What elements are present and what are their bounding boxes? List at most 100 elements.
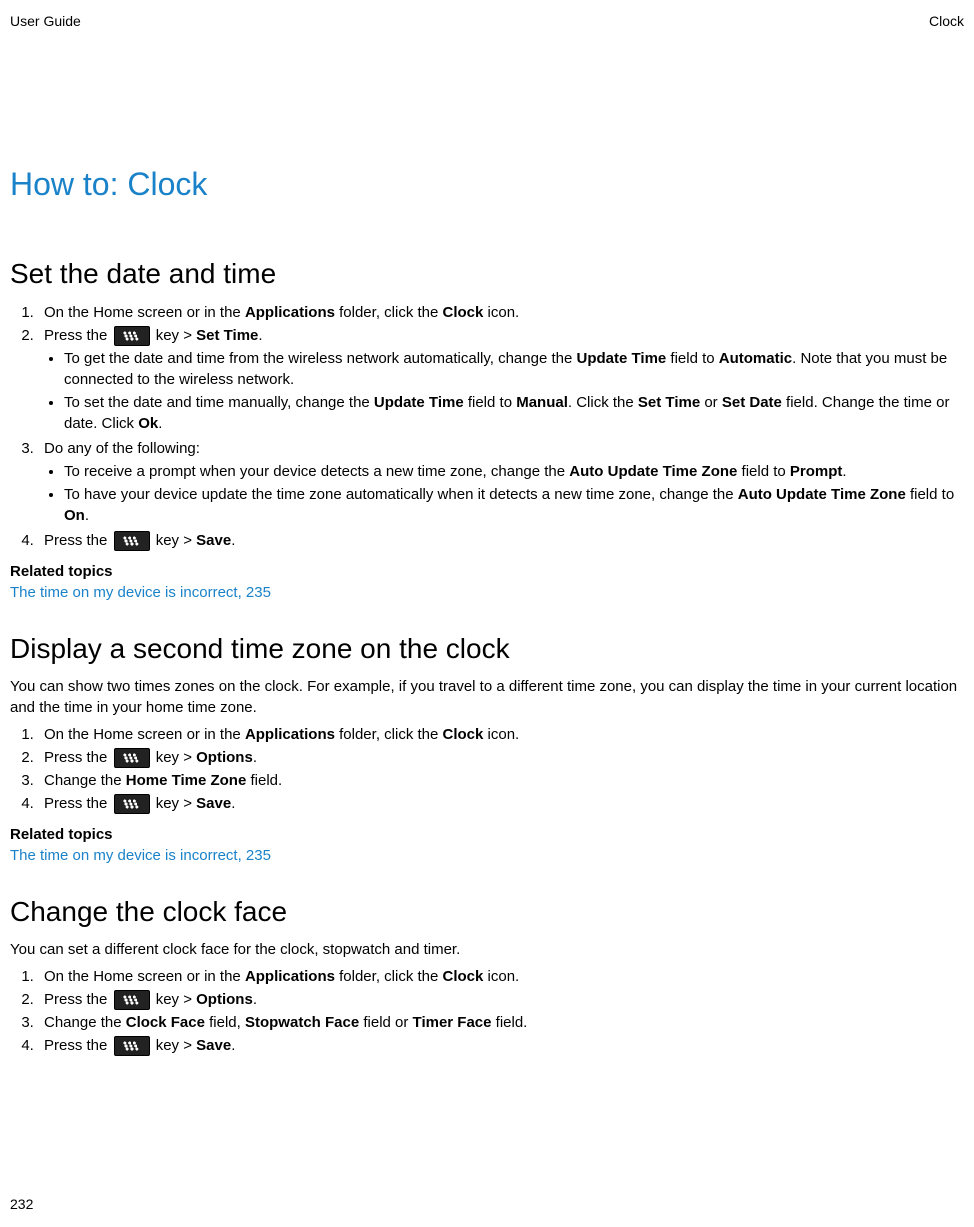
text: key > [152,749,197,766]
text-bold: Update Time [374,394,464,411]
list-item: Press the key > Save. [38,530,964,551]
text: field to [737,463,790,480]
header-right: Clock [929,12,964,32]
menu-key-icon [114,990,150,1010]
related-topics-heading: Related topics [10,561,964,582]
header-left: User Guide [10,12,81,32]
page-title: How to: Clock [10,162,964,207]
text-bold: Applications [245,726,335,743]
text: On the Home screen or in the [44,968,245,985]
text: . [253,991,257,1008]
related-topics-heading: Related topics [10,824,964,845]
text-bold: Auto Update Time Zone [569,463,737,480]
text: . [842,463,846,480]
text: On the Home screen or in the [44,304,245,321]
list-item: Change the Clock Face field, Stopwatch F… [38,1012,964,1033]
text: key > [152,1037,197,1054]
list-item: On the Home screen or in the Application… [38,724,964,745]
text: field to [464,394,517,411]
text: . [85,507,89,524]
text: key > [152,532,197,549]
text-bold: Prompt [790,463,843,480]
text-bold: Home Time Zone [126,772,247,789]
text-bold: Save [196,1037,231,1054]
text: icon. [483,968,519,985]
text-bold: Clock [443,968,484,985]
text-bold: Set Time [638,394,700,411]
text-bold: Stopwatch Face [245,1014,359,1031]
page-number: 232 [10,1195,33,1215]
menu-key-icon [114,794,150,814]
list-item: To set the date and time manually, chang… [64,392,964,434]
list-item: Press the key > Options. [38,747,964,768]
text: field, [205,1014,245,1031]
text-bold: Clock [443,304,484,321]
list-item: Press the key > Save. [38,1035,964,1056]
text: Press the [44,1037,112,1054]
text: . [231,795,235,812]
page-header: User Guide Clock [10,12,964,32]
list-item: Change the Home Time Zone field. [38,770,964,791]
text-bold: Save [196,795,231,812]
menu-key-icon [114,748,150,768]
text: field. [246,772,282,789]
text: Press the [44,795,112,812]
list-item: Do any of the following: To receive a pr… [38,438,964,526]
section-clock-face-title: Change the clock face [10,892,964,931]
list-item: Press the key > Options. [38,989,964,1010]
section-second-tz-intro: You can show two times zones on the cloc… [10,676,964,718]
text: Change the [44,772,126,789]
text: field or [359,1014,412,1031]
list-item: To have your device update the time zone… [64,484,964,526]
text-bold: Set Date [722,394,782,411]
text: . [258,327,262,344]
text: key > [152,795,197,812]
bullet-list: To get the date and time from the wirele… [44,348,964,434]
text-bold: Timer Face [413,1014,492,1031]
menu-key-icon [114,326,150,346]
text: key > [152,991,197,1008]
text-bold: Set Time [196,327,258,344]
text: . [231,532,235,549]
section-set-date-time-title: Set the date and time [10,254,964,293]
text: To get the date and time from the wirele… [64,350,577,367]
list-item: Press the key > Save. [38,793,964,814]
text: field to [906,486,954,503]
text-bold: Options [196,991,253,1008]
text: Do any of the following: [44,440,200,457]
text: field to [666,350,719,367]
menu-key-icon [114,531,150,551]
text: Press the [44,991,112,1008]
text: field. [491,1014,527,1031]
section-clock-face-intro: You can set a different clock face for t… [10,939,964,960]
related-link[interactable]: The time on my device is incorrect, 235 [10,847,271,864]
text: To set the date and time manually, chang… [64,394,374,411]
text: or [700,394,722,411]
list-item: To get the date and time from the wirele… [64,348,964,390]
section-second-tz-title: Display a second time zone on the clock [10,629,964,668]
text: icon. [483,304,519,321]
text: folder, click the [335,726,443,743]
text: Press the [44,532,112,549]
list-item: Press the key > Set Time. To get the dat… [38,325,964,434]
text: To receive a prompt when your device det… [64,463,569,480]
text: Press the [44,327,112,344]
text-bold: Automatic [719,350,792,367]
text: folder, click the [335,304,443,321]
related-link[interactable]: The time on my device is incorrect, 235 [10,584,271,601]
text: . [253,749,257,766]
text-bold: Auto Update Time Zone [738,486,906,503]
text: . Click the [568,394,638,411]
text: Change the [44,1014,126,1031]
second-tz-steps: On the Home screen or in the Application… [10,724,964,814]
set-date-time-steps: On the Home screen or in the Application… [10,302,964,551]
list-item: On the Home screen or in the Application… [38,966,964,987]
text-bold: Manual [516,394,568,411]
text: . [231,1037,235,1054]
text: folder, click the [335,968,443,985]
text-bold: Clock [443,726,484,743]
text: On the Home screen or in the [44,726,245,743]
text: key > [152,327,197,344]
text: icon. [483,726,519,743]
text: Press the [44,749,112,766]
